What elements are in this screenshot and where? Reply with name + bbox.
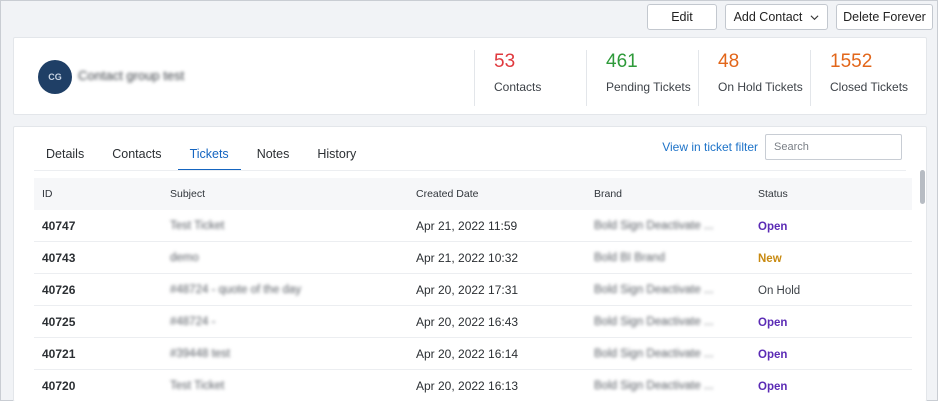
ticket-subject[interactable]: #48724 - quote of the day (170, 284, 416, 296)
status-badge: Open (758, 316, 788, 329)
stat-contacts[interactable]: 53 Contacts (474, 50, 586, 106)
ticket-subject[interactable]: #48724 - (170, 316, 416, 328)
header-actions: Edit Add Contact Delete Forever (647, 4, 933, 30)
table-row[interactable]: 40743 demo Apr 21, 2022 10:32 Bold BI Brand… (34, 242, 912, 274)
ticket-brand: Bold Sign Deactivate ... (594, 315, 714, 328)
table-row[interactable]: 40725 #48724 - Apr 20, 2022 16:43 Bold Sign… (34, 306, 912, 338)
table-row[interactable]: 40721 #39448 test Apr 20, 2022 16:14 Bold S… (34, 338, 912, 370)
tickets-table: ID Subject Created Date Brand Status 407… (34, 178, 912, 401)
tab-details[interactable]: Details (34, 147, 96, 171)
stat-value: 48 (718, 51, 740, 72)
stat-label: Closed Tickets (830, 80, 909, 94)
ticket-subject[interactable]: #39448 test (170, 348, 416, 360)
table-row[interactable]: 40720 Test Ticket Apr 20, 2022 16:13 Bold S… (34, 370, 912, 401)
status-badge: New (758, 252, 782, 265)
stat-label: Pending Tickets (606, 80, 691, 94)
stat-value: 461 (606, 51, 638, 72)
ticket-status: New (758, 251, 912, 265)
ticket-subject[interactable]: Test Ticket (170, 220, 416, 232)
table-header: ID Subject Created Date Brand Status (34, 178, 912, 210)
scrollbar-thumb[interactable] (920, 170, 925, 204)
status-badge: On Hold (758, 284, 801, 297)
column-header-created-date[interactable]: Created Date (416, 188, 594, 200)
table-row[interactable]: 40747 Test Ticket Apr 21, 2022 11:59 Bold S… (34, 210, 912, 242)
view-in-ticket-filter-link[interactable]: View in ticket filter (662, 140, 758, 154)
group-summary-card: CG Contact group test 53 Contacts 461 Pe… (13, 37, 927, 115)
ticket-status: Open (758, 315, 912, 329)
ticket-status: Open (758, 379, 912, 393)
ticket-brand: Bold Sign Deactivate ... (594, 379, 714, 392)
tickets-panel: Details Contacts Tickets Notes History V… (13, 126, 927, 401)
table-body: 40747 Test Ticket Apr 21, 2022 11:59 Bold S… (34, 210, 912, 401)
column-header-status[interactable]: Status (758, 188, 912, 200)
ticket-subject[interactable]: demo (170, 252, 416, 264)
ticket-created-date: Apr 21, 2022 10:32 (416, 250, 519, 265)
avatar-initials: CG (48, 72, 62, 82)
tab-contacts[interactable]: Contacts (100, 147, 173, 171)
group-name: Contact group test (78, 68, 185, 83)
scrollbar[interactable] (918, 170, 926, 401)
avatar: CG (38, 60, 72, 94)
ticket-created-date: Apr 20, 2022 17:31 (416, 282, 519, 297)
column-header-brand[interactable]: Brand (594, 188, 758, 200)
stat-label: Contacts (494, 80, 542, 94)
stat-closed-tickets[interactable]: 1552 Closed Tickets (810, 50, 926, 106)
ticket-id[interactable]: 40725 (34, 315, 170, 329)
ticket-id[interactable]: 40721 (34, 347, 170, 361)
delete-forever-button[interactable]: Delete Forever (836, 4, 933, 30)
stat-label: On Hold Tickets (718, 80, 803, 94)
stat-value: 1552 (830, 51, 873, 72)
status-badge: Open (758, 380, 788, 393)
stat-value: 53 (494, 51, 516, 72)
ticket-status: On Hold (758, 283, 912, 297)
ticket-brand: Bold Sign Deactivate ... (594, 283, 714, 296)
ticket-id[interactable]: 40743 (34, 251, 170, 265)
add-contact-label: Add Contact (733, 10, 803, 24)
ticket-id[interactable]: 40720 (34, 379, 170, 393)
add-contact-button[interactable]: Add Contact (725, 4, 828, 30)
ticket-brand: Bold Sign Deactivate ... (594, 347, 714, 360)
stat-on-hold-tickets[interactable]: 48 On Hold Tickets (698, 50, 810, 106)
edit-button[interactable]: Edit (647, 4, 717, 30)
ticket-created-date: Apr 21, 2022 11:59 (416, 218, 518, 233)
ticket-created-date: Apr 20, 2022 16:13 (416, 378, 519, 393)
ticket-created-date: Apr 20, 2022 16:14 (416, 346, 519, 361)
stat-pending-tickets[interactable]: 461 Pending Tickets (586, 50, 698, 106)
tab-divider (34, 170, 906, 171)
ticket-brand: Bold BI Brand (594, 251, 665, 264)
ticket-created-date: Apr 20, 2022 16:43 (416, 314, 519, 329)
table-row[interactable]: 40726 #48724 - quote of the day Apr 20, 20… (34, 274, 912, 306)
tab-history[interactable]: History (305, 147, 368, 171)
column-header-id[interactable]: ID (34, 188, 170, 200)
tab-notes[interactable]: Notes (245, 147, 302, 171)
ticket-id[interactable]: 40747 (34, 219, 170, 233)
status-badge: Open (758, 348, 788, 361)
chevron-down-icon (810, 14, 819, 20)
search-input[interactable] (765, 134, 902, 160)
tab-bar: Details Contacts Tickets Notes History (34, 147, 372, 171)
ticket-brand: Bold Sign Deactivate ... (594, 219, 714, 232)
status-badge: Open (758, 220, 788, 233)
ticket-status: Open (758, 347, 912, 361)
tab-tickets[interactable]: Tickets (177, 147, 241, 171)
ticket-id[interactable]: 40726 (34, 283, 170, 297)
ticket-subject[interactable]: Test Ticket (170, 380, 416, 392)
column-header-subject[interactable]: Subject (170, 188, 416, 200)
ticket-status: Open (758, 219, 912, 233)
